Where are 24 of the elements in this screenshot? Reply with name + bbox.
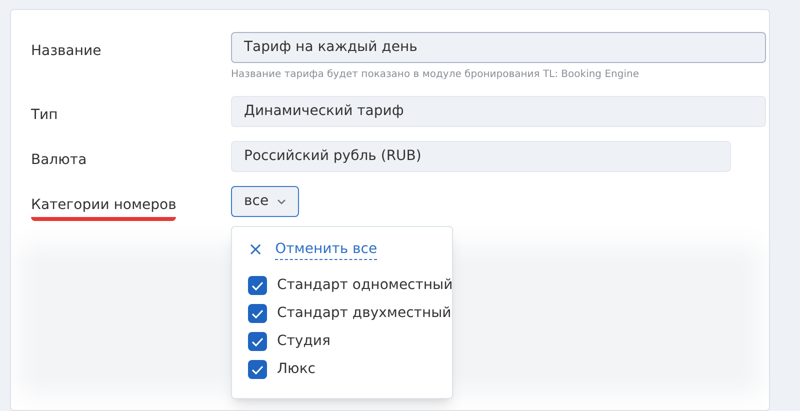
- option-label[interactable]: Стандарт двухместный: [277, 303, 452, 324]
- checkbox[interactable]: [248, 360, 267, 379]
- select-button[interactable]: все: [231, 186, 299, 217]
- option-label[interactable]: Студия: [277, 331, 330, 352]
- field-label: Валюта: [31, 151, 87, 170]
- check-icon: [251, 336, 264, 346]
- option-label[interactable]: Люкс: [277, 359, 316, 380]
- close-icon[interactable]: ×: [248, 241, 264, 260]
- check-icon: [251, 308, 264, 318]
- checkbox[interactable]: [248, 332, 267, 351]
- input-field[interactable]: Российский рубль (RUB): [231, 141, 731, 172]
- hint-text: Название тарифа будет показано в модуле бронирования TL: Booking Engine: [231, 68, 640, 82]
- checkbox[interactable]: [248, 304, 267, 323]
- field-label: Категории номеров: [31, 195, 176, 221]
- input-field[interactable]: Тариф на каждый день: [231, 32, 766, 63]
- option-label[interactable]: Стандарт одноместный: [277, 275, 453, 296]
- check-icon: [251, 364, 264, 374]
- checkbox[interactable]: [248, 276, 267, 295]
- field-label: Тип: [31, 106, 58, 125]
- input-field[interactable]: Динамический тариф: [231, 96, 766, 127]
- clear-all-link[interactable]: Отменить все: [275, 241, 378, 260]
- check-icon: [251, 280, 264, 290]
- field-label: Название: [31, 42, 102, 61]
- caret-icon: [276, 198, 286, 204]
